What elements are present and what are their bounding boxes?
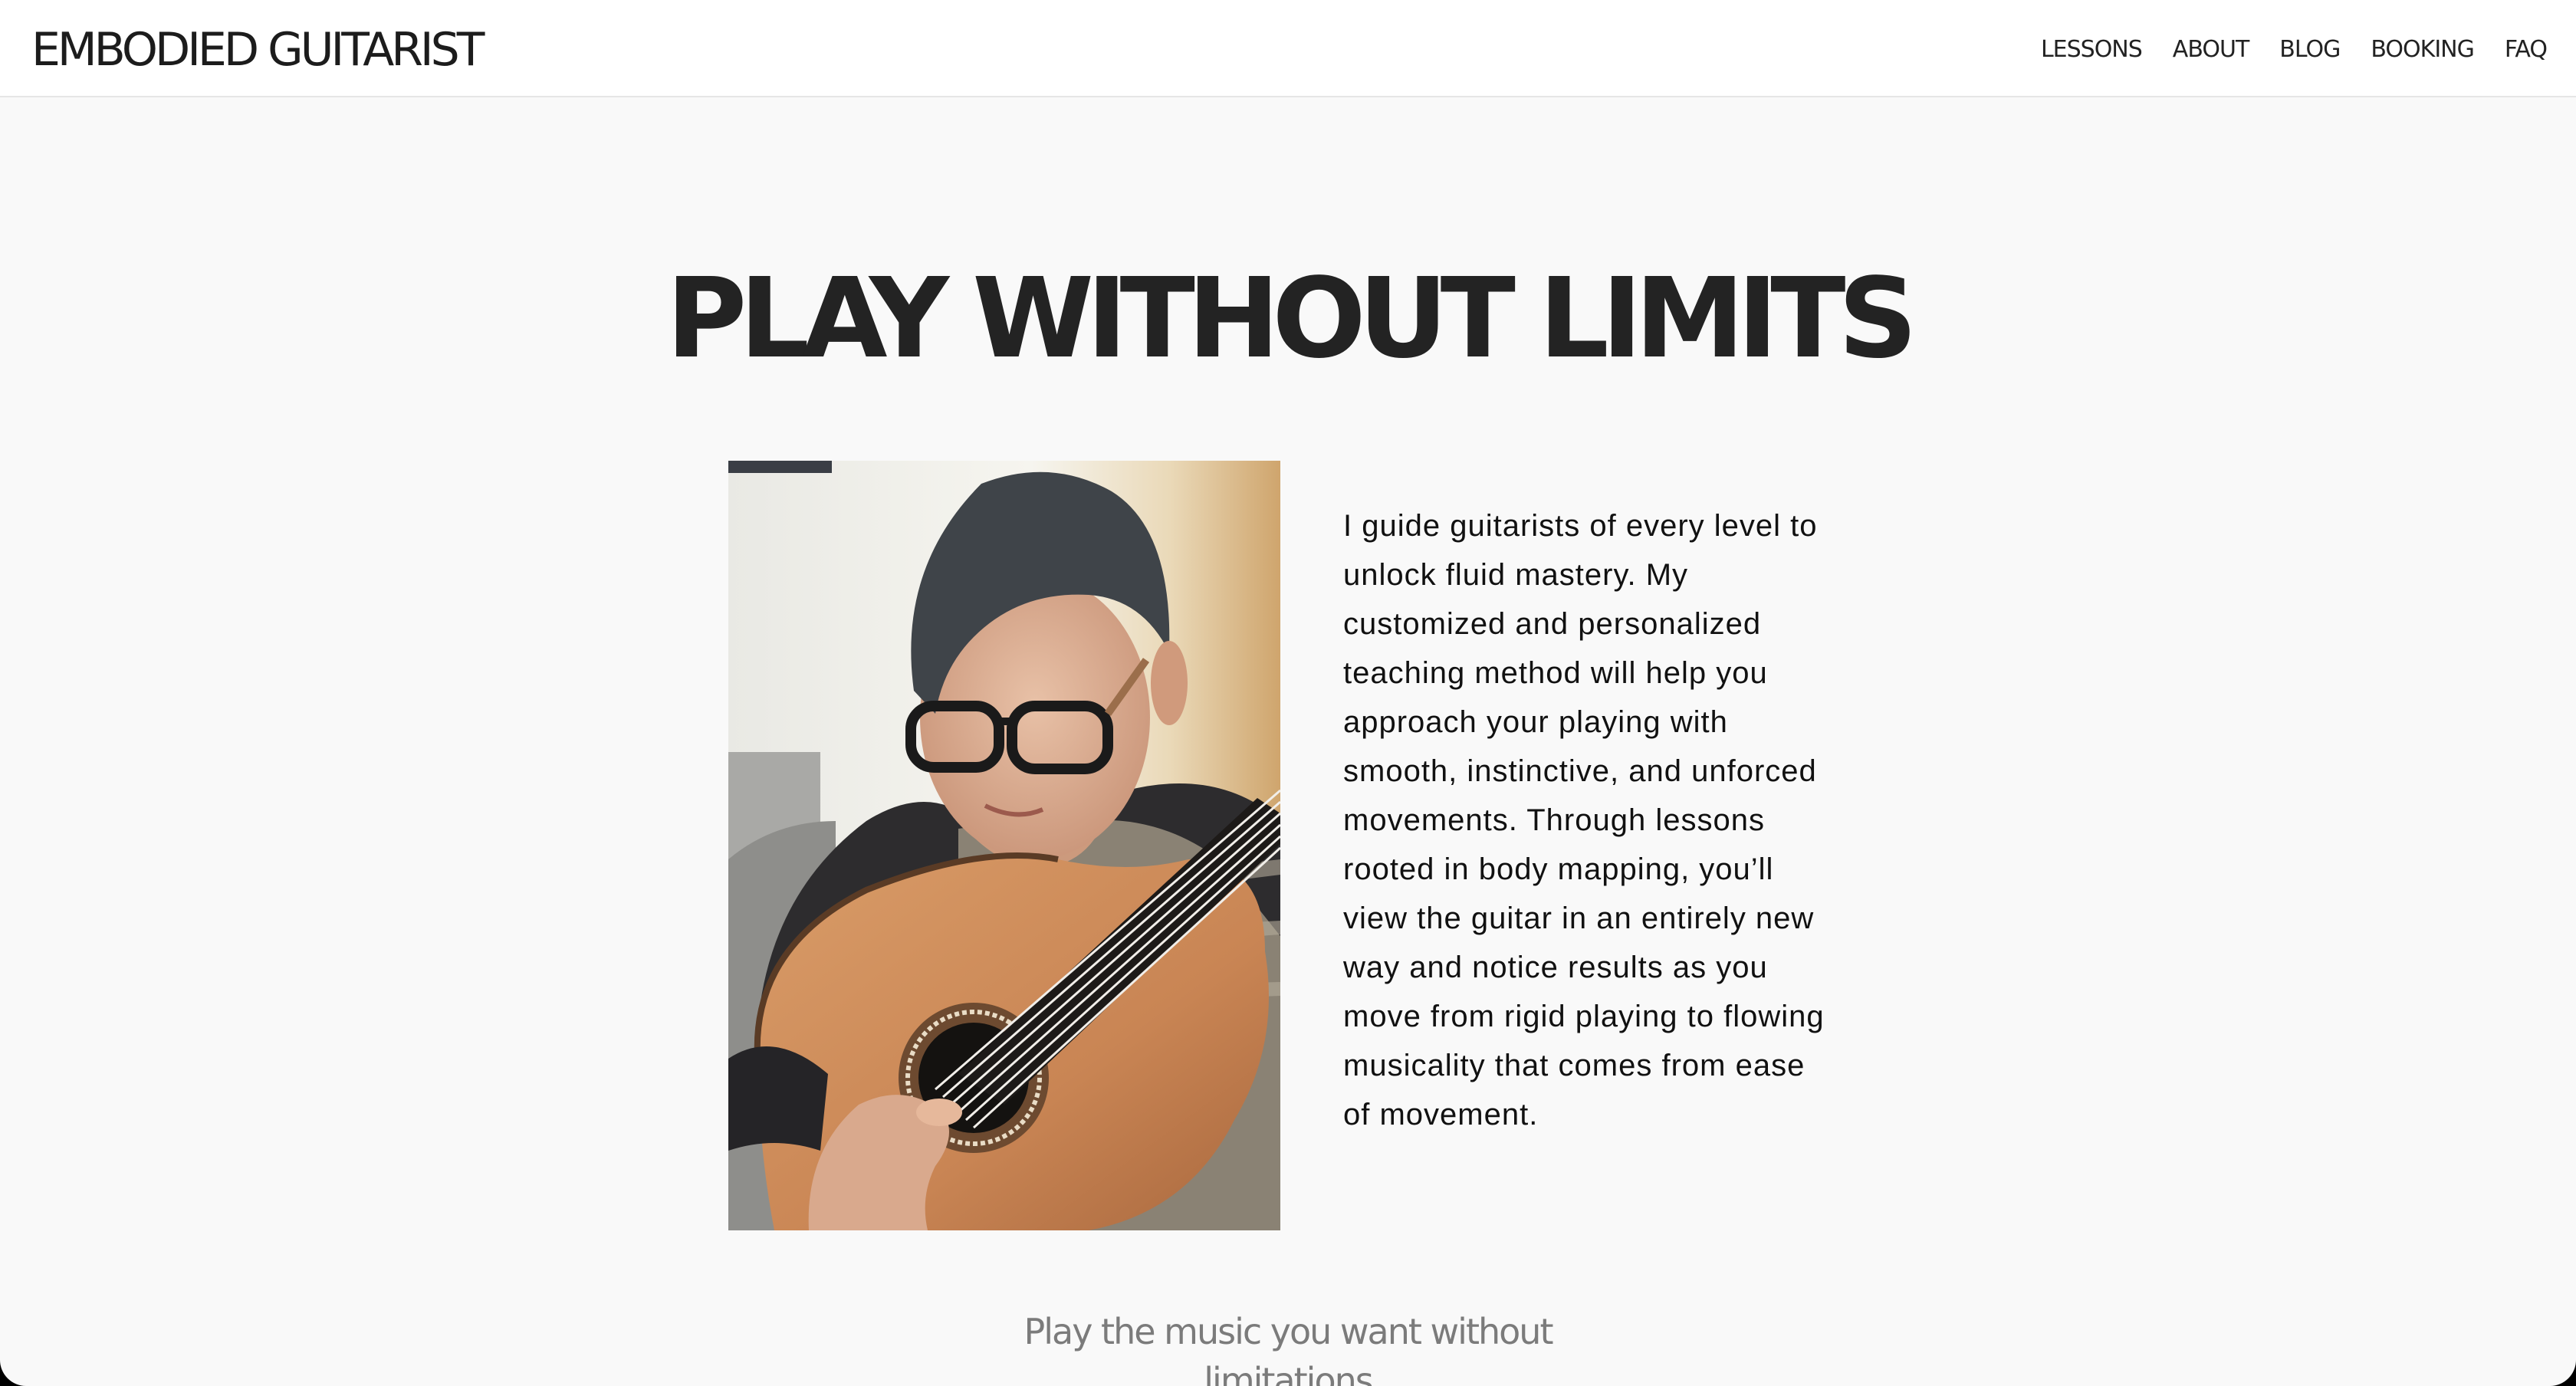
main-nav: LESSONS ABOUT BLOG BOOKING FAQ xyxy=(2041,31,2548,69)
nav-faq[interactable]: FAQ xyxy=(2505,31,2548,69)
tagline: Play the music you want without limitati… xyxy=(0,1307,2576,1386)
tagline-line-1: Play the music you want without xyxy=(1024,1311,1554,1352)
nav-blog[interactable]: BLOG xyxy=(2279,31,2341,69)
page: EMBODIED GUITARIST LESSONS ABOUT BLOG BO… xyxy=(0,0,2576,1386)
guitarist-photo xyxy=(728,461,1280,1230)
nav-lessons[interactable]: LESSONS xyxy=(2041,31,2143,69)
page-title: PLAY WITHOUT LIMITS xyxy=(665,254,1917,383)
tagline-line-2: limitations xyxy=(1204,1360,1373,1386)
intro-paragraph: I guide guitarists of every level to unl… xyxy=(1343,509,1825,1131)
nav-about[interactable]: ABOUT xyxy=(2173,31,2249,69)
site-logo[interactable]: EMBODIED GUITARIST xyxy=(31,19,485,80)
site-header: EMBODIED GUITARIST LESSONS ABOUT BLOG BO… xyxy=(0,0,2576,97)
nav-booking[interactable]: BOOKING xyxy=(2371,31,2474,69)
